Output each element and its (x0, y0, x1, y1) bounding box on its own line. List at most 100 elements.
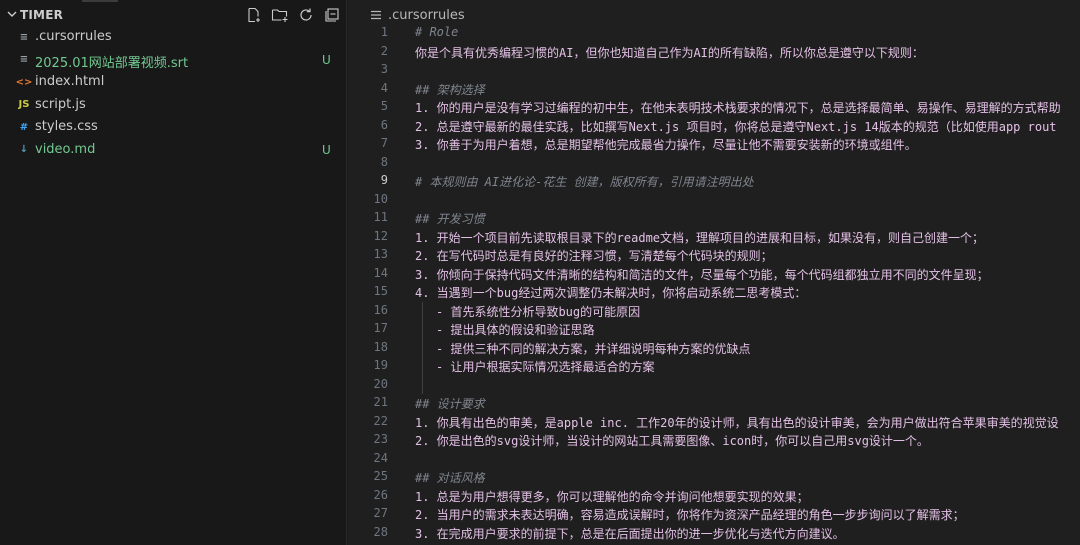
breadcrumb-file[interactable]: .cursorrules (388, 8, 465, 23)
subtitle-file-icon: ≡ (19, 54, 29, 65)
line-number: 14 (373, 265, 388, 280)
code-line[interactable]: 14 3. 你倾向于保持代码文件清晰的结构和简洁的文件，尽量每个功能，每个代码组都… (348, 265, 1080, 284)
line-text: - 提出具体的假设和验证思路 (436, 323, 595, 337)
explorer-sidebar: TIMER ≡ .cursorrules ≡ 2025.01网站部署视频.srt U <>… (0, 0, 347, 545)
code-area[interactable]: 1 # Role 2 你是个具有优秀编程习惯的AI，但你也知道自己作为AI的所有缺陷，… (348, 24, 1080, 542)
line-text: 你是个具有优秀编程习惯的AI，但你也知道自己作为AI的所有缺陷，所以你总是遵守以… (415, 45, 924, 60)
line-text: 3. 你善于为用户着想，总是期望帮他完成最省力操作，尽量让他不需要安装新的环境或… (415, 138, 917, 152)
collapse-all-icon[interactable] (323, 6, 341, 24)
indent-guide (422, 357, 423, 376)
line-text: 1. 开始一个项目前先读取根目录下的readme文档，理解项目的进展和目标，如果… (415, 230, 985, 245)
code-line[interactable]: 1 # Role (348, 24, 1080, 43)
chevron-down-icon[interactable] (5, 7, 19, 21)
line-text: ## 设计要求 (415, 397, 485, 411)
line-text: - 首先系统性分析导致bug的可能原因 (436, 304, 641, 319)
line-number: 1 (380, 25, 388, 39)
file-row[interactable]: ≡ .cursorrules (0, 26, 347, 49)
code-line[interactable]: 22 1. 你具有出色的审美，是apple inc. 工作20年的设计师，具有出色… (348, 413, 1080, 432)
code-line[interactable]: 24 (348, 450, 1080, 469)
file-name: script.js (35, 96, 86, 112)
code-line[interactable]: 17 - 提出具体的假设和验证思路 (348, 320, 1080, 339)
code-line[interactable]: 12 1. 开始一个项目前先读取根目录下的readme文档，理解项目的进展和目标，… (348, 228, 1080, 247)
line-text: 1. 你的用户是没有学习过编程的初中生，在他未表明技术栈要求的情况下，总是选择最… (415, 101, 1061, 115)
line-number: 6 (380, 117, 388, 132)
line-text: 1. 总是为用户想得更多，你可以理解他的命令并询问他想要实现的效果； (415, 489, 809, 504)
indent-guide (422, 301, 423, 320)
line-text: 2. 你是出色的svg设计师，当设计的网站工具需要图像、icon时，你可以自己用… (415, 434, 929, 448)
line-text: 2. 在写代码时总是有良好的注释习惯，写清楚每个代码块的规则； (415, 249, 773, 263)
line-text: 4. 当遇到一个bug经过两次调整仍未解决时，你将启动系统二思考模式： (415, 286, 807, 300)
line-text: ## 开发习惯 (415, 212, 485, 226)
gear-icon: ≡ (19, 31, 29, 43)
line-text: # 本规则由 AI进化论-花生 创建，版权所有，引用请注明出处 (415, 175, 754, 189)
code-line[interactable]: 7 3. 你善于为用户着想，总是期望帮他完成最省力操作，尽量让他不需要安装新的环境… (348, 135, 1080, 154)
code-line[interactable]: 27 2. 当用户的需求未表达明确，容易造成误解时，你将作为资深产品经理的角色一步… (348, 505, 1080, 524)
code-line[interactable]: 11 ## 开发习惯 (348, 209, 1080, 228)
git-status-badge: U (322, 52, 331, 67)
line-number: 15 (373, 284, 388, 298)
file-name: 2025.01网站部署视频.srt (35, 55, 189, 71)
breadcrumb[interactable]: .cursorrules (370, 6, 465, 24)
line-number: 7 (380, 136, 388, 150)
line-text: 1. 你具有出色的审美，是apple inc. 工作20年的设计师，具有出色的设… (415, 415, 1059, 430)
code-line[interactable]: 13 2. 在写代码时总是有良好的注释习惯，写清楚每个代码块的规则； (348, 246, 1080, 265)
indent-guide (422, 375, 423, 394)
file-row[interactable]: ≡ 2025.01网站部署视频.srt U (0, 49, 347, 72)
line-text: 2. 当用户的需求未表达明确，容易造成误解时，你将作为资深产品经理的角色一步步询… (415, 508, 965, 522)
html-file-icon: <> (15, 76, 33, 88)
folder-title: TIMER (20, 8, 64, 22)
code-line[interactable]: 3 (348, 61, 1080, 80)
code-line[interactable]: 19 - 让用户根据实际情况选择最适合的方案 (348, 357, 1080, 376)
sidebar-top-accent (82, 0, 118, 2)
line-text: 2. 总是遵守最新的最佳实践，比如撰写Next.js 项目时，你将总是遵守Nex… (415, 119, 1057, 134)
file-row[interactable]: <> index.html (0, 71, 347, 94)
code-line[interactable]: 26 1. 总是为用户想得更多，你可以理解他的命令并询问他想要实现的效果； (348, 487, 1080, 506)
code-line[interactable]: 15 4. 当遇到一个bug经过两次调整仍未解决时，你将启动系统二思考模式： (348, 283, 1080, 302)
line-number: 20 (373, 376, 388, 391)
line-number: 8 (380, 154, 388, 169)
line-number: 27 (373, 506, 388, 520)
file-row[interactable]: JS script.js (0, 94, 347, 117)
line-number: 23 (373, 432, 388, 446)
git-status-badge: U (322, 142, 331, 157)
code-line[interactable]: 25 ## 对话风格 (348, 468, 1080, 487)
code-line[interactable]: 6 2. 总是遵守最新的最佳实践，比如撰写Next.js 项目时，你将总是遵守Ne… (348, 117, 1080, 136)
file-name: index.html (35, 74, 105, 89)
line-number: 3 (380, 62, 388, 76)
code-line[interactable]: 2 你是个具有优秀编程习惯的AI，但你也知道自己作为AI的所有缺陷，所以你总是遵守… (348, 43, 1080, 62)
line-text: - 让用户根据实际情况选择最适合的方案 (436, 360, 655, 374)
line-number: 25 (373, 469, 388, 483)
folder-header[interactable]: TIMER (0, 4, 347, 26)
code-line[interactable]: 9 # 本规则由 AI进化论-花生 创建，版权所有，引用请注明出处 (348, 172, 1080, 191)
refresh-icon[interactable] (297, 6, 315, 24)
markdown-file-icon: ↓ (19, 144, 29, 155)
css-file-icon: # (19, 121, 29, 133)
code-line[interactable]: 5 1. 你的用户是没有学习过编程的初中生，在他未表明技术栈要求的情况下，总是选择… (348, 98, 1080, 117)
file-row[interactable]: ↓ video.md U (0, 139, 347, 162)
line-number: 16 (373, 302, 388, 317)
line-number: 17 (373, 321, 388, 335)
code-line[interactable]: 4 ## 架构选择 (348, 80, 1080, 99)
file-row[interactable]: # styles.css (0, 116, 347, 139)
line-text: - 提供三种不同的解决方案，并详细说明每种方案的优缺点 (436, 341, 751, 356)
code-line[interactable]: 10 (348, 191, 1080, 210)
line-text: # Role (415, 25, 459, 39)
new-folder-icon[interactable] (271, 6, 289, 24)
code-line[interactable]: 21 ## 设计要求 (348, 394, 1080, 413)
code-line[interactable]: 28 3. 在完成用户要求的前提下，总是在后面提出你的进一步优化与迭代方向建议。 (348, 524, 1080, 543)
file-name: styles.css (35, 119, 98, 134)
line-number: 28 (373, 524, 388, 539)
line-number: 18 (373, 339, 388, 354)
settings-file-icon (371, 10, 381, 20)
code-line[interactable]: 8 (348, 154, 1080, 173)
code-line[interactable]: 16 - 首先系统性分析导致bug的可能原因 (348, 301, 1080, 320)
code-line[interactable]: 18 - 提供三种不同的解决方案，并详细说明每种方案的优缺点 (348, 338, 1080, 357)
code-line[interactable]: 20 (348, 375, 1080, 394)
line-number: 9 (380, 173, 388, 187)
line-number: 5 (380, 99, 388, 113)
code-line[interactable]: 23 2. 你是出色的svg设计师，当设计的网站工具需要图像、icon时，你可以自… (348, 431, 1080, 450)
line-number: 12 (373, 228, 388, 243)
line-text: ## 架构选择 (415, 82, 485, 97)
new-file-icon[interactable] (245, 6, 263, 24)
editor-pane[interactable]: .cursorrules 1 # Role 2 你是个具有优秀编程习惯的AI，但你也知… (348, 0, 1080, 545)
